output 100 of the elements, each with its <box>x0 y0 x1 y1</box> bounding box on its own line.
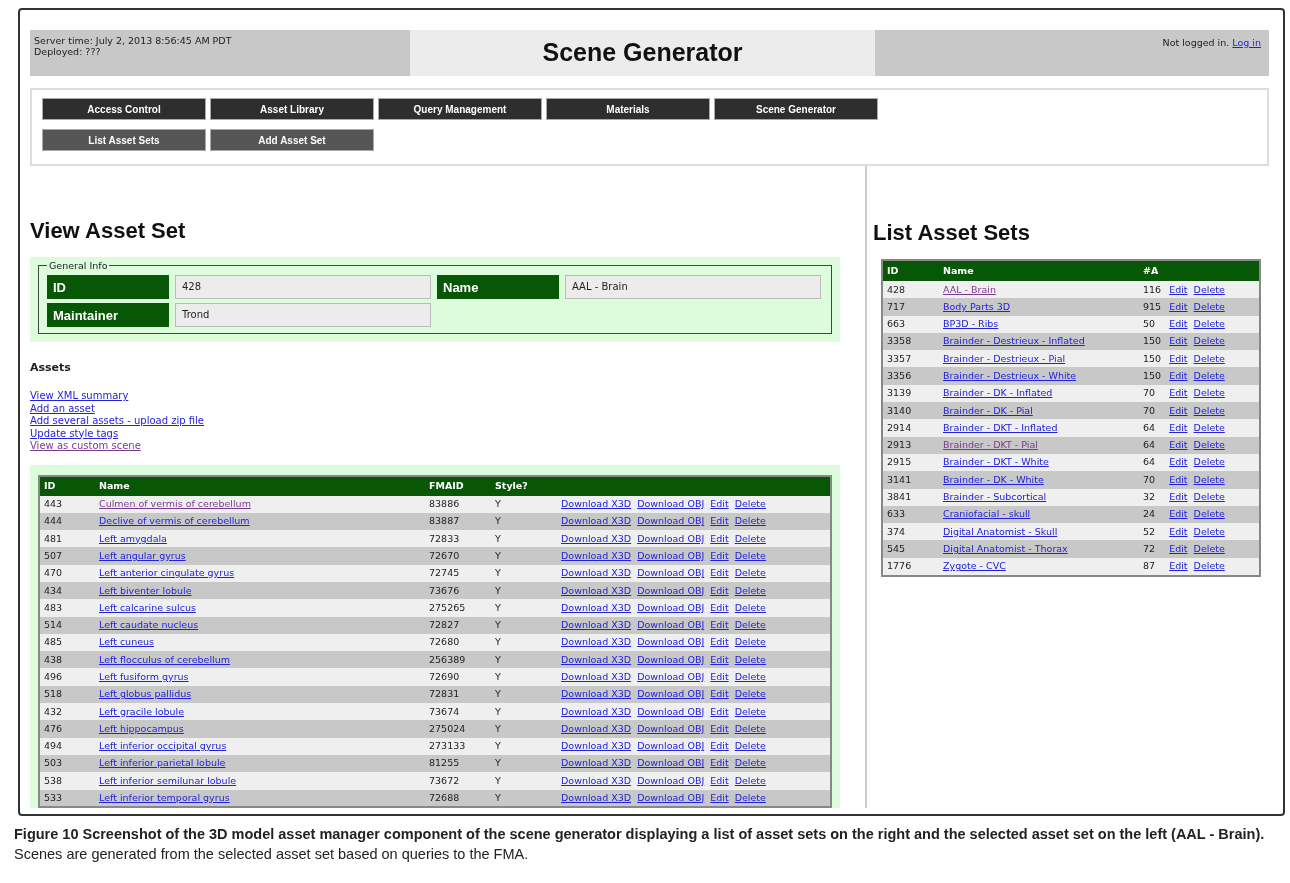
row-action-link[interactable]: Edit <box>1169 283 1188 295</box>
nav-button[interactable]: Query Management <box>378 98 542 120</box>
login-link[interactable]: Log in <box>1232 37 1261 48</box>
row-action-link[interactable]: Edit <box>710 567 729 579</box>
row-action-link[interactable]: Download OBJ <box>637 791 705 803</box>
row-name-link[interactable]: Left biventer lobule <box>99 584 192 596</box>
row-name-link[interactable]: Left globus pallidus <box>99 688 192 700</box>
nav-button[interactable]: Scene Generator <box>714 98 878 120</box>
row-action-link[interactable]: Delete <box>734 688 766 700</box>
row-action-link[interactable]: Delete <box>734 636 766 648</box>
row-action-link[interactable]: Edit <box>1169 542 1188 554</box>
action-link[interactable]: Update style tags <box>30 427 119 440</box>
row-action-link[interactable]: Delete <box>734 532 766 544</box>
row-action-link[interactable]: Download X3D <box>561 671 632 682</box>
row-action-link[interactable]: Delete <box>734 705 766 717</box>
row-action-link[interactable]: Edit <box>1169 473 1188 485</box>
row-action-link[interactable]: Delete <box>734 722 766 734</box>
row-action-link[interactable]: Delete <box>734 774 766 786</box>
row-action-link[interactable]: Delete <box>1193 456 1225 468</box>
row-action-link[interactable]: Edit <box>710 532 729 544</box>
row-action-link[interactable]: Download OBJ <box>637 757 705 769</box>
row-action-link[interactable]: Delete <box>734 757 766 769</box>
row-name-link[interactable]: AAL - Brain <box>943 283 996 295</box>
row-action-link[interactable]: Edit <box>1169 508 1188 520</box>
row-action-link[interactable]: Edit <box>1169 525 1188 537</box>
action-link[interactable]: Add an asset <box>30 402 95 415</box>
nav-button[interactable]: Asset Library <box>210 98 374 120</box>
row-action-link[interactable]: Edit <box>1169 491 1188 503</box>
nav-button[interactable]: Add Asset Set <box>210 129 374 151</box>
row-action-link[interactable]: Delete <box>1193 473 1225 485</box>
row-action-link[interactable]: Download X3D <box>561 567 632 579</box>
row-action-link[interactable]: Edit <box>710 653 729 665</box>
row-action-link[interactable]: Delete <box>1193 300 1225 312</box>
row-action-link[interactable]: Edit <box>710 498 729 509</box>
row-action-link[interactable]: Delete <box>734 549 766 561</box>
row-action-link[interactable]: Delete <box>734 584 766 596</box>
row-action-link[interactable]: Download OBJ <box>637 619 705 631</box>
row-action-link[interactable]: Download X3D <box>561 705 632 717</box>
row-action-link[interactable]: Edit <box>710 722 729 734</box>
row-action-link[interactable]: Delete <box>1193 318 1225 330</box>
row-action-link[interactable]: Edit <box>1169 439 1188 451</box>
row-name-link[interactable]: Left angular gyrus <box>99 549 186 561</box>
row-action-link[interactable]: Download X3D <box>561 774 632 786</box>
row-action-link[interactable]: Edit <box>710 705 729 717</box>
row-action-link[interactable]: Delete <box>1193 525 1225 537</box>
row-action-link[interactable]: Edit <box>1169 335 1188 347</box>
row-action-link[interactable]: Download OBJ <box>637 498 705 509</box>
row-action-link[interactable]: Download X3D <box>561 791 632 803</box>
row-action-link[interactable]: Download OBJ <box>637 601 705 613</box>
row-action-link[interactable]: Delete <box>1193 560 1225 572</box>
row-action-link[interactable]: Delete <box>734 567 766 579</box>
row-action-link[interactable]: Edit <box>1169 352 1188 364</box>
row-name-link[interactable]: Left hippocampus <box>99 722 184 734</box>
row-action-link[interactable]: Download X3D <box>561 549 632 561</box>
row-action-link[interactable]: Download OBJ <box>637 705 705 717</box>
row-name-link[interactable]: Left gracile lobule <box>99 705 184 717</box>
row-action-link[interactable]: Edit <box>710 671 729 682</box>
row-action-link[interactable]: Delete <box>1193 421 1225 433</box>
row-action-link[interactable]: Edit <box>710 515 729 527</box>
row-action-link[interactable]: Download X3D <box>561 757 632 769</box>
row-action-link[interactable]: Download X3D <box>561 515 632 527</box>
row-action-link[interactable]: Download X3D <box>561 636 632 648</box>
row-action-link[interactable]: Download OBJ <box>637 671 705 682</box>
row-action-link[interactable]: Delete <box>734 740 766 752</box>
row-action-link[interactable]: Delete <box>1193 387 1225 399</box>
row-name-link[interactable]: Left cuneus <box>99 636 154 648</box>
row-action-link[interactable]: Delete <box>734 619 766 631</box>
row-action-link[interactable]: Download OBJ <box>637 515 705 527</box>
row-action-link[interactable]: Delete <box>734 498 766 509</box>
row-action-link[interactable]: Delete <box>1193 352 1225 364</box>
row-action-link[interactable]: Download X3D <box>561 688 632 700</box>
row-action-link[interactable]: Edit <box>1169 456 1188 468</box>
row-action-link[interactable]: Download X3D <box>561 601 632 613</box>
row-action-link[interactable]: Delete <box>1193 491 1225 503</box>
row-action-link[interactable]: Delete <box>1193 370 1225 381</box>
row-action-link[interactable]: Download X3D <box>561 722 632 734</box>
action-link[interactable]: View XML summary <box>30 390 129 403</box>
row-action-link[interactable]: Edit <box>710 584 729 596</box>
row-action-link[interactable]: Edit <box>710 740 729 752</box>
row-action-link[interactable]: Delete <box>1193 335 1225 347</box>
row-action-link[interactable]: Download OBJ <box>637 532 705 544</box>
row-action-link[interactable]: Download OBJ <box>637 549 705 561</box>
row-action-link[interactable]: Delete <box>1193 283 1225 295</box>
row-name-link[interactable]: Left amygdala <box>99 532 167 544</box>
nav-button[interactable]: List Asset Sets <box>42 129 206 151</box>
row-name-link[interactable]: Zygote - CVC <box>943 560 1006 572</box>
row-action-link[interactable]: Edit <box>1169 560 1188 572</box>
row-action-link[interactable]: Edit <box>1169 404 1188 416</box>
row-action-link[interactable]: Delete <box>734 601 766 613</box>
row-action-link[interactable]: Edit <box>710 791 729 803</box>
row-action-link[interactable]: Download OBJ <box>637 584 705 596</box>
row-action-link[interactable]: Download OBJ <box>637 688 705 700</box>
action-link[interactable]: View as custom scene <box>30 440 141 453</box>
row-action-link[interactable]: Download X3D <box>561 619 632 631</box>
row-name-link[interactable]: BP3D - Ribs <box>943 318 999 330</box>
row-action-link[interactable]: Edit <box>710 774 729 786</box>
row-action-link[interactable]: Delete <box>1193 542 1225 554</box>
row-action-link[interactable]: Delete <box>1193 404 1225 416</box>
row-action-link[interactable]: Download OBJ <box>637 722 705 734</box>
row-action-link[interactable]: Edit <box>710 636 729 648</box>
